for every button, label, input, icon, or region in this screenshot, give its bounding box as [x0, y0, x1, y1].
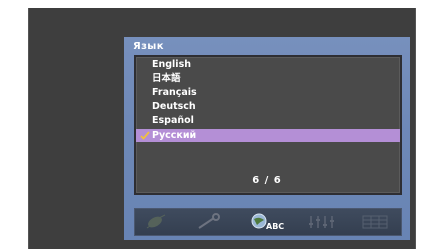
equalizer-icon[interactable]: [305, 212, 335, 232]
language-option-german[interactable]: Deutsch: [136, 100, 400, 113]
page-indicator: 6 / 6: [252, 175, 282, 186]
display-frame: Язык English 日本語 Français Deutsch Españo…: [28, 8, 416, 249]
language-option-french[interactable]: Français: [136, 86, 400, 99]
language-option-label: Español: [152, 115, 194, 126]
satellite-icon[interactable]: [141, 212, 171, 232]
language-settings-panel: Язык English 日本語 Français Deutsch Españo…: [124, 37, 410, 240]
language-option-english[interactable]: English: [136, 58, 400, 71]
language-option-spanish[interactable]: Español: [136, 114, 400, 127]
language-list: English 日本語 Français Deutsch Español Рус…: [134, 55, 402, 195]
checkmark-icon: [140, 131, 150, 140]
language-option-label: Deutsch: [152, 101, 196, 112]
language-option-label: English: [152, 59, 191, 70]
language-option-japanese[interactable]: 日本語: [136, 72, 400, 85]
device-screen: Язык English 日本語 Français Deutsch Españo…: [0, 0, 444, 251]
wrench-icon[interactable]: [194, 212, 224, 232]
settings-icon-bar: ABC: [134, 208, 402, 236]
language-option-label: Русский: [152, 130, 197, 141]
language-option-label: Français: [152, 87, 197, 98]
svg-text:ABC: ABC: [266, 222, 284, 231]
language-option-russian[interactable]: Русский: [136, 129, 400, 142]
data-icon[interactable]: [360, 212, 390, 232]
panel-title: Язык: [133, 41, 164, 52]
language-option-label: 日本語: [152, 73, 181, 84]
language-globe-icon[interactable]: ABC: [250, 212, 284, 232]
